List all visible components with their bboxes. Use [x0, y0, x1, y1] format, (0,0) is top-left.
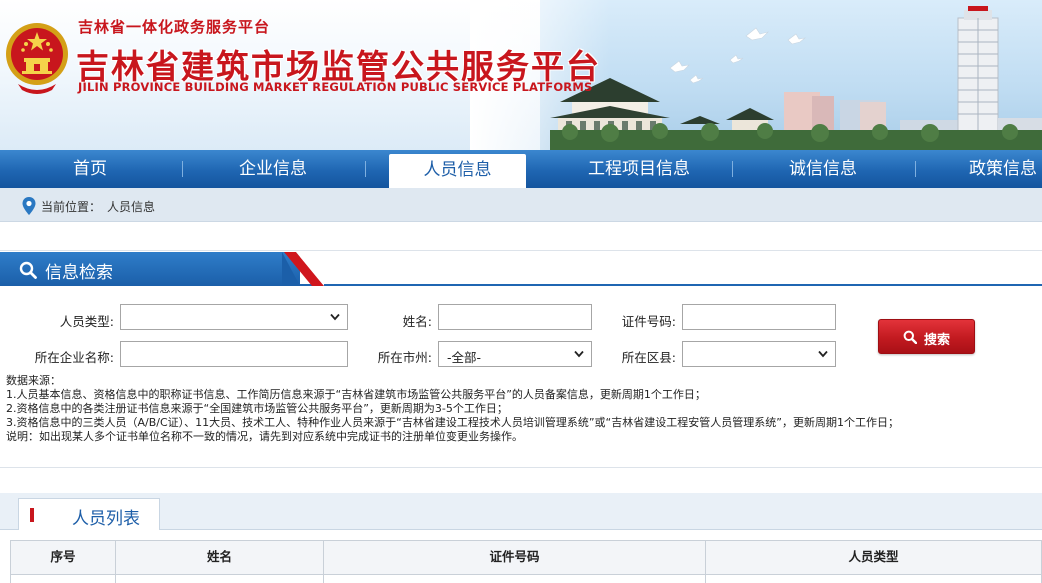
data-source-notes: 数据来源： 1.人员基本信息、资格信息中的职称证书信息、工作简历信息来源于“吉林…	[6, 374, 1036, 444]
section-accent-stripe	[284, 252, 324, 286]
nav-home[interactable]: 首页	[0, 150, 180, 188]
notes-line: 3.资格信息中的三类人员（A/B/C证）、11大员、技术工人、特种作业人员来源于…	[6, 416, 899, 429]
cert-no-input[interactable]	[682, 304, 836, 330]
table-row-cell	[706, 575, 1042, 583]
chevron-down-icon	[818, 350, 828, 358]
list-section-title: 人员列表	[72, 509, 140, 529]
breadcrumb: 当前位置： 人员信息	[0, 188, 1042, 222]
search-button[interactable]: 搜索	[878, 319, 975, 354]
company-label: 所在企业名称:	[34, 350, 114, 365]
district-select[interactable]	[682, 341, 836, 367]
column-header-index: 序号	[11, 541, 116, 575]
name-label: 姓名:	[402, 314, 432, 329]
personnel-table: 序号 姓名 证件号码 人员类型	[10, 540, 1042, 583]
nav-divider	[915, 161, 916, 177]
national-emblem-icon	[6, 23, 68, 94]
divider	[0, 467, 1042, 468]
district-label: 所在区县:	[621, 350, 676, 365]
column-header-person-type: 人员类型	[706, 541, 1042, 575]
chevron-down-icon	[330, 313, 340, 321]
column-header-name: 姓名	[116, 541, 324, 575]
city-skyline-illustration	[550, 6, 1042, 150]
table-row-cell	[324, 575, 706, 583]
list-section-tab: 人员列表	[18, 498, 160, 530]
search-icon	[19, 261, 37, 279]
top-subtitle: 吉林省一体化政务服务平台	[78, 18, 271, 36]
notes-line: 说明：如出现某人多个证书单位名称不一致的情况，请先到对应系统中完成证书的注册单位…	[6, 430, 523, 443]
search-button-label: 搜索	[924, 333, 951, 348]
chevron-down-icon	[574, 350, 584, 358]
city-label: 所在市州:	[377, 350, 432, 365]
nav-enterprise-info[interactable]: 企业信息	[183, 150, 363, 188]
divider	[0, 250, 1042, 251]
column-header-cert-no: 证件号码	[324, 541, 706, 575]
search-icon	[903, 330, 917, 344]
notes-line: 数据来源：	[6, 374, 61, 387]
name-input[interactable]	[438, 304, 592, 330]
nav-project-info[interactable]: 工程项目信息	[548, 150, 730, 188]
table-row-cell	[116, 575, 324, 583]
breadcrumb-label: 当前位置：	[41, 200, 102, 214]
nav-policy-info[interactable]: 政策信息	[948, 150, 1042, 188]
section-marker	[30, 508, 34, 522]
company-input[interactable]	[120, 341, 348, 367]
city-value: -全部-	[447, 350, 482, 365]
nav-personnel-info[interactable]: 人员信息	[389, 154, 526, 188]
notes-line: 1.人员基本信息、资格信息中的职称证书信息、工作简历信息来源于“吉林省建筑市场监…	[6, 388, 706, 401]
breadcrumb-current: 人员信息	[107, 200, 156, 214]
person-type-label: 人员类型:	[59, 314, 114, 329]
search-section-header: 信息检索	[0, 252, 1042, 286]
table-row-cell	[11, 575, 116, 583]
nav-credit-info[interactable]: 诚信信息	[733, 150, 913, 188]
search-section-title: 信息检索	[45, 263, 113, 283]
cert-no-label: 证件号码:	[621, 314, 676, 329]
notes-line: 2.资格信息中的各类注册证书信息来源于“全国建筑市场监管公共服务平台”，更新周期…	[6, 402, 508, 415]
person-type-select[interactable]	[120, 304, 348, 330]
location-pin-icon	[22, 197, 36, 215]
nav-divider	[365, 161, 366, 177]
city-select[interactable]: -全部-	[438, 341, 592, 367]
header-banner: 吉林省一体化政务服务平台 吉林省建筑市场监管公共服务平台 JILIN PROVI…	[0, 0, 1042, 150]
main-nav: 首页 企业信息 人员信息 工程项目信息 诚信信息 政策信息	[0, 150, 1042, 188]
site-title-english: JILIN PROVINCE BUILDING MARKET REGULATIO…	[78, 80, 593, 94]
